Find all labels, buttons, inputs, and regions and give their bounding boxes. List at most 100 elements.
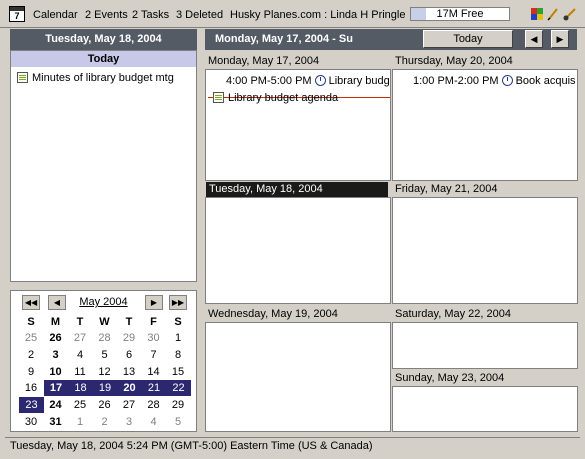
mini-calendar: ◀◀ ◀ May 2004 ▶ ▶▶ SMTWTFS 25 26 27 28 29 30 1… (10, 290, 197, 432)
day-cell-friday[interactable] (392, 197, 578, 304)
event-item[interactable]: 1:00 PM-2:00 PM Book acquis (413, 74, 576, 88)
day-number[interactable]: 16 (19, 380, 43, 396)
task-item[interactable]: Minutes of library budget mtg (17, 71, 174, 85)
day-number[interactable]: 22 (166, 380, 191, 397)
account-name[interactable]: Husky Planes.com : Linda H Pringle (230, 8, 405, 22)
task-item[interactable]: Library budget agenda (213, 91, 338, 105)
day-number[interactable]: 26 (44, 330, 68, 346)
event-item[interactable]: 4:00 PM-5:00 PM Library budg (226, 74, 390, 88)
day-header-sunday[interactable]: Sunday, May 23, 2004 (392, 371, 577, 386)
weekday-label: S (27, 316, 35, 328)
day-number[interactable]: 11 (68, 364, 92, 380)
next-week-button[interactable]: ▶ (551, 30, 569, 48)
day-number[interactable]: 3 (44, 347, 68, 363)
day-header-saturday[interactable]: Saturday, May 22, 2004 (392, 307, 577, 322)
day-number[interactable]: 5 (166, 414, 190, 430)
day-number[interactable]: 25 (19, 330, 43, 346)
day-number[interactable]: 7 (142, 347, 166, 363)
day-header-thursday[interactable]: Thursday, May 20, 2004 (392, 54, 577, 69)
day-cell-wednesday[interactable] (205, 322, 391, 432)
day-number[interactable]: 10 (44, 364, 68, 380)
day-number[interactable]: 31 (44, 414, 68, 430)
day-number[interactable]: 4 (142, 414, 166, 430)
day-number[interactable]: 23 (19, 397, 44, 414)
selected-date-header: Tuesday, May 18, 2004 (10, 29, 197, 50)
mini-calendar-week: 23 24 25 26 27 28 29 (19, 397, 191, 414)
day-number[interactable]: 15 (166, 364, 190, 380)
day-number[interactable]: 29 (117, 330, 141, 346)
day-number[interactable]: 14 (142, 364, 166, 380)
day-number[interactable]: 13 (117, 364, 141, 380)
week-range-title: Monday, May 17, 2004 - Su (215, 33, 353, 45)
day-number[interactable]: 4 (68, 347, 92, 363)
day-header-friday[interactable]: Friday, May 21, 2004 (392, 182, 577, 197)
day-number[interactable]: 5 (93, 347, 117, 363)
day-number[interactable]: 27 (68, 330, 92, 346)
day-number[interactable]: 19 (92, 380, 118, 397)
month-label[interactable]: May 2004 (71, 295, 136, 310)
weekday-label: T (125, 316, 133, 328)
calendar-app-icon[interactable]: 7 (9, 6, 25, 22)
day-number[interactable]: 28 (142, 397, 166, 413)
clock-icon (314, 75, 326, 86)
day-number[interactable]: 30 (19, 414, 43, 430)
day-number[interactable]: 6 (117, 347, 141, 363)
day-number[interactable]: 25 (68, 397, 92, 413)
day-number[interactable]: 21 (141, 380, 167, 397)
day-cell-thursday[interactable]: 1:00 PM-2:00 PM Book acquis (392, 69, 578, 181)
day-number[interactable]: 26 (93, 397, 117, 413)
day-number[interactable]: 27 (117, 397, 141, 413)
day-number[interactable]: 3 (117, 414, 141, 430)
day-number[interactable]: 20 (117, 380, 142, 397)
event-time: 4:00 PM-5:00 PM (226, 75, 312, 87)
app-name[interactable]: Calendar (33, 8, 78, 22)
task-label: Library budget agenda (228, 92, 339, 104)
today-button[interactable]: Today (423, 30, 513, 48)
day-number[interactable]: 9 (19, 364, 43, 380)
day-number[interactable]: 24 (44, 397, 68, 413)
brush-icon[interactable] (562, 7, 576, 21)
day-cell-tuesday[interactable] (205, 197, 391, 304)
day-number[interactable]: 28 (93, 330, 117, 346)
deleted-count[interactable]: 3 Deleted (176, 8, 223, 22)
day-cell-monday[interactable]: 4:00 PM-5:00 PM Library budg Library budg… (205, 69, 391, 181)
next-month-button[interactable]: ▶ (145, 295, 163, 310)
day-number[interactable]: 1 (68, 414, 92, 430)
pencil-icon[interactable] (546, 7, 560, 21)
calendar-icon-number: 7 (14, 11, 20, 21)
windows-icon[interactable] (530, 7, 544, 21)
prev-month-button[interactable]: ◀ (48, 295, 66, 310)
day-number[interactable]: 29 (166, 397, 190, 413)
event-time: 1:00 PM-2:00 PM (413, 75, 499, 87)
week-header: Monday, May 17, 2004 - Su Today ◀ ▶ (205, 29, 577, 50)
day-header-tuesday[interactable]: Tuesday, May 18, 2004 (206, 182, 388, 197)
day-number[interactable]: 2 (93, 414, 117, 430)
events-count[interactable]: 2 Events (85, 8, 128, 22)
status-bar: Tuesday, May 18, 2004 5:24 PM (GMT-5:00)… (5, 437, 580, 454)
event-title: Library budg (328, 75, 390, 87)
day-number[interactable]: 8 (166, 347, 190, 363)
weekday-header-row: SMTWTFS (19, 314, 191, 330)
prev-week-button[interactable]: ◀ (525, 30, 543, 48)
memory-meter: 17M Free (410, 7, 510, 21)
day-number[interactable]: 17 (43, 380, 69, 397)
day-cell-sunday[interactable] (392, 386, 578, 432)
task-label: Minutes of library budget mtg (32, 72, 174, 84)
mini-calendar-week: 16 17 18 19 20 21 22 (19, 380, 191, 397)
day-header-monday[interactable]: Monday, May 17, 2004 (205, 54, 389, 69)
day-number[interactable]: 2 (19, 347, 43, 363)
prev-year-button[interactable]: ◀◀ (22, 295, 40, 310)
memory-label: 17M Free (436, 8, 484, 20)
day-number[interactable]: 1 (166, 330, 190, 346)
day-number[interactable]: 30 (142, 330, 166, 346)
tasks-count[interactable]: 2 Tasks (132, 8, 169, 22)
day-number[interactable]: 18 (68, 380, 93, 397)
task-icon (213, 92, 224, 103)
day-header-wednesday[interactable]: Wednesday, May 19, 2004 (205, 307, 389, 322)
mini-calendar-grid: 25 26 27 28 29 30 1 2 3 4 5 6 7 8 9 10 11 12 13 14 15 16 17 18 1… (19, 330, 191, 430)
day-cell-saturday[interactable] (392, 322, 578, 369)
event-title: Book acquis (515, 75, 576, 87)
next-year-button[interactable]: ▶▶ (169, 295, 187, 310)
mini-calendar-week: 2345678 (19, 347, 191, 363)
day-number[interactable]: 12 (93, 364, 117, 380)
